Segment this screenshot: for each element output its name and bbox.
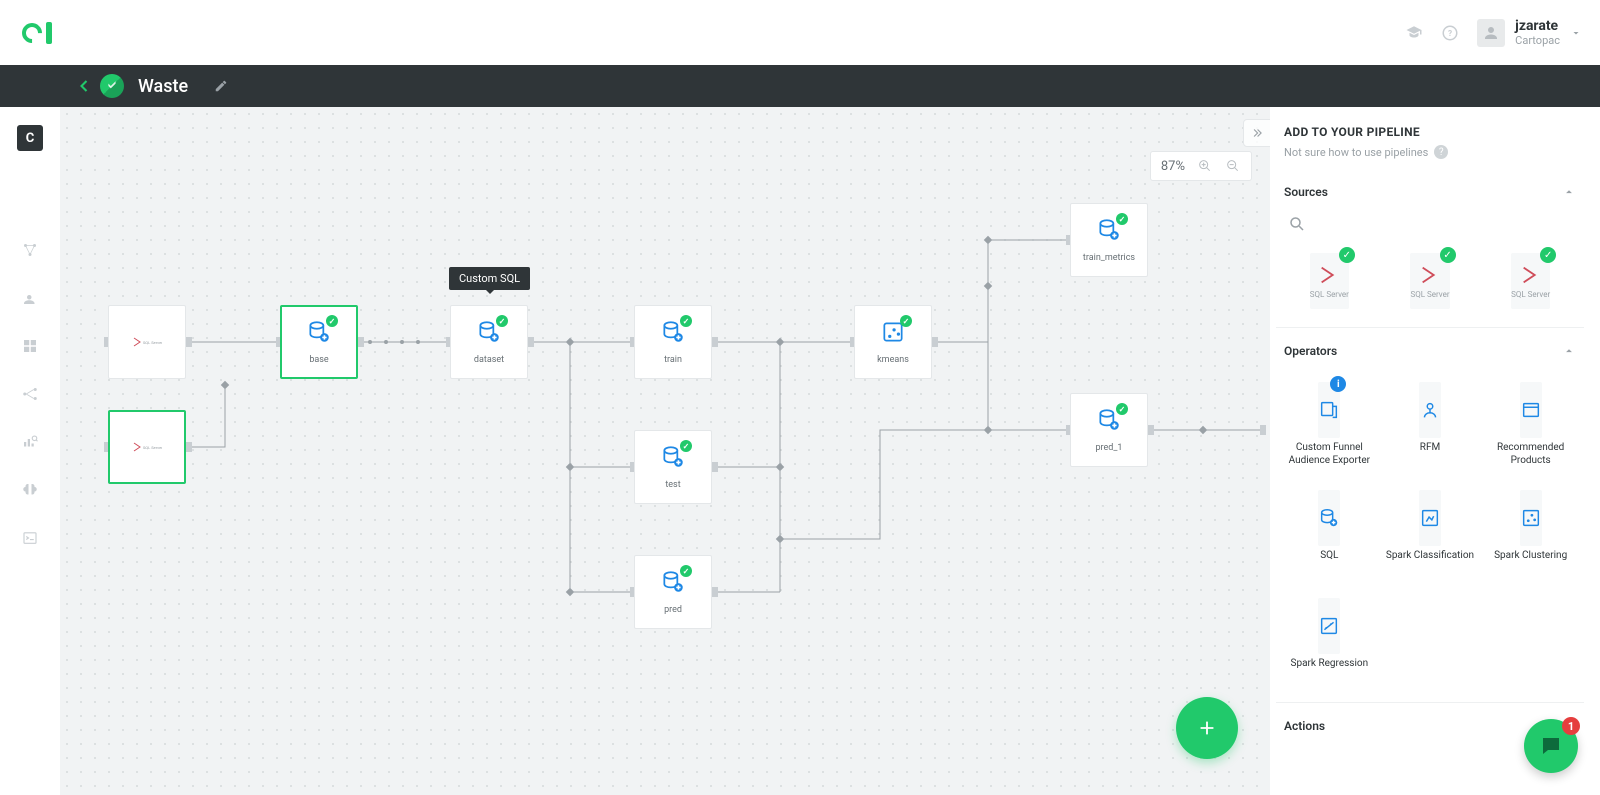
zoom-in-icon[interactable] [1197, 158, 1213, 174]
left-nav-rail: C [16, 125, 44, 547]
sqlserver-icon [1520, 264, 1542, 286]
chat-icon [1539, 734, 1563, 758]
user-name: jzarate [1515, 18, 1560, 34]
panel-subtitle[interactable]: Not sure how to use pipelines ? [1284, 145, 1580, 159]
check-badge-icon: ✓ [1440, 247, 1456, 263]
funnel-icon [1318, 399, 1340, 421]
window-icon [1520, 399, 1542, 421]
console-icon[interactable] [21, 529, 39, 547]
chevron-down-icon [1570, 27, 1582, 39]
user-menu[interactable]: jzarate Cartopac [1477, 18, 1582, 47]
source-tile-sqlserver-1[interactable]: SQL Server ✓ [1310, 253, 1349, 309]
double-chevron-right-icon [1250, 126, 1264, 140]
panel-title: ADD TO YOUR PIPELINE [1284, 125, 1580, 139]
project-header: Waste [0, 65, 1600, 107]
chat-widget-fab[interactable]: 1 [1524, 719, 1578, 773]
operator-tile-spark-clustering[interactable] [1520, 490, 1542, 546]
node-source-1[interactable]: SQL Server [108, 305, 186, 379]
plus-icon [1196, 717, 1218, 739]
node-dataset[interactable]: dataset [450, 305, 528, 379]
node-test[interactable]: test [634, 430, 712, 504]
node-train[interactable]: train [634, 305, 712, 379]
node-base[interactable]: base [280, 305, 358, 379]
operator-tile-rfm[interactable] [1419, 382, 1441, 438]
user-org: Cartopac [1515, 34, 1560, 47]
operator-tile-spark-regression[interactable] [1318, 598, 1340, 654]
node-tooltip: Custom SQL [449, 267, 530, 290]
sidebar-item-c[interactable]: C [17, 125, 43, 151]
operator-tile-spark-classification[interactable] [1419, 490, 1441, 546]
chat-badge: 1 [1562, 717, 1580, 735]
avatar [1477, 19, 1505, 47]
spark-cluster-icon [1520, 507, 1542, 529]
node-pred-1[interactable]: pred_1 [1070, 393, 1148, 467]
spark-regression-icon [1318, 615, 1340, 637]
node-source-2[interactable]: SQL Server [108, 410, 186, 484]
right-panel: ADD TO YOUR PIPELINE Not sure how to use… [1276, 107, 1588, 795]
people-icon[interactable] [21, 289, 39, 307]
edit-icon[interactable] [214, 79, 228, 93]
node-train-metrics[interactable]: train_metrics [1070, 203, 1148, 277]
operator-tile-custom-funnel[interactable]: i [1318, 382, 1340, 438]
node-pred[interactable]: pred [634, 555, 712, 629]
add-node-fab[interactable] [1176, 697, 1238, 759]
operator-tile-sql[interactable] [1318, 490, 1340, 546]
grid-icon[interactable] [21, 337, 39, 355]
help-badge-icon: ? [1434, 145, 1448, 159]
operator-tile-recommended-products[interactable] [1520, 382, 1542, 438]
spark-class-icon [1419, 507, 1441, 529]
top-bar: ? jzarate Cartopac [0, 0, 1600, 65]
collapse-panel-button[interactable] [1243, 119, 1270, 147]
chart-search-icon[interactable] [21, 433, 39, 451]
section-head-operators[interactable]: Operators [1276, 327, 1584, 368]
project-avatar-icon [100, 74, 124, 98]
search-sources[interactable] [1284, 209, 1576, 239]
brain-icon[interactable] [21, 481, 39, 499]
chevron-up-icon [1562, 185, 1576, 199]
source-tile-sqlserver-2[interactable]: SQL Server ✓ [1410, 253, 1449, 309]
zoom-out-icon[interactable] [1225, 158, 1241, 174]
info-badge-icon: i [1330, 376, 1346, 392]
sqlserver-icon [1419, 264, 1441, 286]
nodes-icon[interactable] [21, 241, 39, 259]
flow-icon[interactable] [21, 385, 39, 403]
pipeline-canvas[interactable]: 87% Custom SQL [60, 107, 1270, 795]
back-icon[interactable] [74, 76, 94, 96]
search-icon [1288, 215, 1306, 233]
svg-text:?: ? [1448, 29, 1452, 39]
app-logo[interactable] [22, 22, 52, 44]
svg-text:SQL Server: SQL Server [143, 445, 162, 450]
chevron-up-icon [1562, 344, 1576, 358]
source-tile-sqlserver-3[interactable]: SQL Server ✓ [1511, 253, 1550, 309]
help-icon[interactable]: ? [1441, 24, 1459, 42]
check-badge-icon: ✓ [1339, 247, 1355, 263]
sql-icon [1318, 507, 1340, 529]
section-head-sources[interactable]: Sources [1276, 169, 1584, 209]
svg-text:SQL Server: SQL Server [143, 340, 162, 345]
academy-icon[interactable] [1405, 24, 1423, 42]
check-badge-icon: ✓ [1540, 247, 1556, 263]
project-title: Waste [138, 76, 188, 97]
zoom-level: 87% [1161, 159, 1185, 174]
zoom-controls: 87% [1150, 151, 1252, 181]
node-kmeans[interactable]: kmeans [854, 305, 932, 379]
sqlserver-icon [1318, 264, 1340, 286]
rfm-icon [1419, 399, 1441, 421]
